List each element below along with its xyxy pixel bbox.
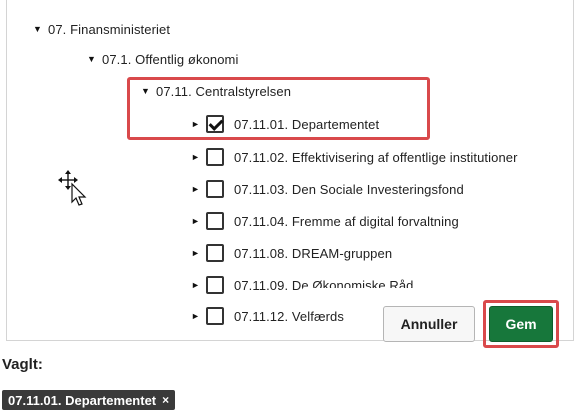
move-cursor-icon (58, 170, 87, 206)
highlight-box-selection (127, 77, 430, 140)
tree-item-digital-forvaltning[interactable]: ► 07.11.04. Fremme af digital forvaltnin… (191, 210, 459, 232)
tree-item-label: 07.11.03. Den Sociale Investeringsfond (234, 181, 464, 197)
collapsed-arrow-icon[interactable]: ► (191, 152, 200, 162)
tree-node-label: 07. Finansministeriet (48, 21, 171, 37)
tree-node-offentlig-okonomi[interactable]: ▼ 07.1. Offentlig økonomi (87, 48, 238, 70)
expanded-arrow-icon[interactable]: ▼ (33, 24, 42, 34)
selected-heading: Vaglt: (2, 356, 43, 373)
selected-tag-label: 07.11.01. Departementet (8, 392, 157, 408)
selected-tag[interactable]: 07.11.01. Departementet × (2, 390, 176, 410)
tree-item-label: 07.11.02. Effektivisering af offentlige … (234, 149, 518, 165)
collapsed-arrow-icon[interactable]: ► (191, 248, 200, 258)
checkbox[interactable] (206, 244, 225, 262)
tree-item-label: 07.11.08. DREAM-gruppen (234, 245, 393, 261)
checkbox[interactable] (206, 276, 225, 294)
tree-item-label: 07.11.04. Fremme af digital forvaltning (234, 213, 459, 229)
tree-node-label: 07.1. Offentlig økonomi (102, 51, 239, 67)
checkbox[interactable] (206, 180, 225, 198)
checkbox[interactable] (206, 307, 225, 325)
overlay-clip (303, 288, 503, 298)
checkbox[interactable] (206, 212, 225, 230)
remove-tag-icon[interactable]: × (162, 393, 169, 407)
tree-item-effektivisering[interactable]: ► 07.11.02. Effektivisering af offentlig… (191, 146, 518, 168)
cancel-button[interactable]: Annuller (383, 306, 475, 342)
collapsed-arrow-icon[interactable]: ► (191, 280, 200, 290)
tree-item-social-investeringsfond[interactable]: ► 07.11.03. Den Sociale Investeringsfond (191, 178, 464, 200)
tree-item-label: 07.11.12. Velfærds (234, 308, 344, 324)
tree-item-velfaerds[interactable]: ► 07.11.12. Velfærds (191, 305, 344, 327)
save-button[interactable]: Gem (489, 306, 553, 342)
collapsed-arrow-icon[interactable]: ► (191, 216, 200, 226)
tree-item-dream-gruppen[interactable]: ► 07.11.08. DREAM-gruppen (191, 242, 392, 264)
collapsed-arrow-icon[interactable]: ► (191, 311, 200, 321)
tree-node-finansministeriet[interactable]: ▼ 07. Finansministeriet (33, 18, 170, 40)
tree-panel: ▼ 07. Finansministeriet ▼ 07.1. Offentli… (6, 0, 574, 341)
collapsed-arrow-icon[interactable]: ► (191, 184, 200, 194)
expanded-arrow-icon[interactable]: ▼ (87, 54, 96, 64)
checkbox[interactable] (206, 148, 225, 166)
